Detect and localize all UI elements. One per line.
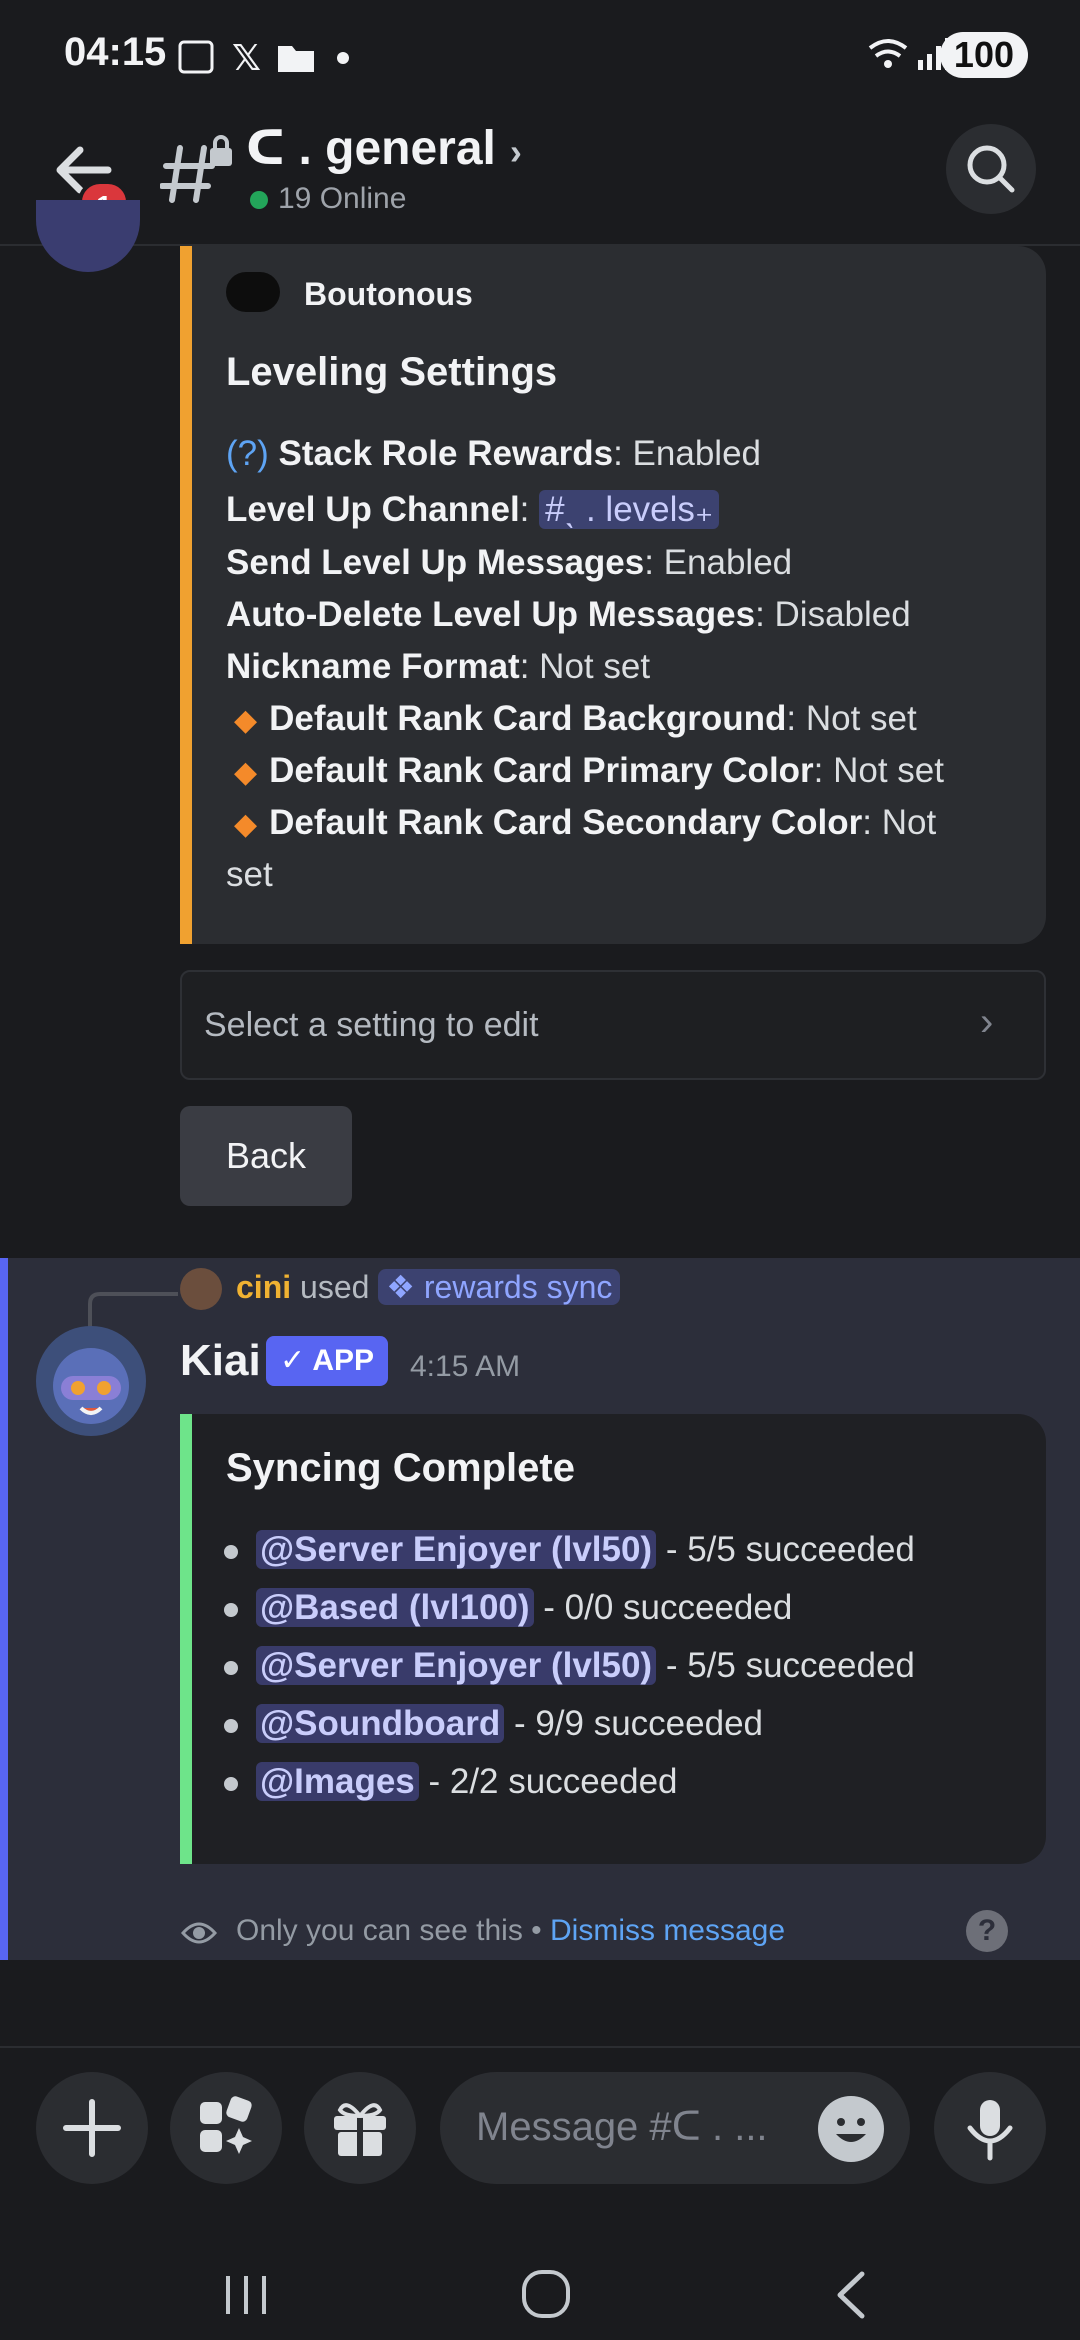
embed-author: Boutonous <box>304 276 473 312</box>
help-icon[interactable]: ? <box>966 1910 1008 1952</box>
online-count: 19 Online <box>250 182 406 216</box>
dismiss-message-link[interactable]: Dismiss message <box>550 1914 785 1947</box>
author-name[interactable]: Kiai <box>180 1336 261 1386</box>
mic-icon <box>967 2100 1013 2161</box>
gift-button[interactable] <box>304 2072 416 2184</box>
battery-indicator: 100 <box>939 32 1028 78</box>
role-mention[interactable]: @Server Enjoyer (lvl50) <box>256 1646 657 1685</box>
message-placeholder: Message #ᑕ . ... <box>476 2105 768 2149</box>
setting-line: (?) Stack Role Rewards: Enabled <box>226 434 762 473</box>
role-mention[interactable]: @Server Enjoyer (lvl50) <box>256 1530 657 1569</box>
command-user[interactable]: cini <box>236 1269 291 1305</box>
apps-icon: ❖ <box>386 1269 415 1305</box>
eye-icon <box>180 1922 218 1944</box>
select-placeholder: Select a setting to edit <box>204 1006 539 1044</box>
channel-title[interactable]: ᑕ . general › <box>246 120 522 176</box>
list-item: @Images - 2/2 succeeded <box>224 1762 678 1802</box>
gift-icon <box>334 2103 386 2156</box>
setting-line: Auto-Delete Level Up Messages: Disabled <box>226 595 911 634</box>
home-icon[interactable] <box>516 2266 576 2322</box>
role-mention[interactable]: @Images <box>256 1762 419 1801</box>
ephemeral-notice: Only you can see this • Dismiss message <box>236 1914 786 1947</box>
bot-avatar[interactable] <box>36 200 140 272</box>
diamond-icon: ◆ <box>234 808 258 841</box>
text-channel-lock-icon <box>160 135 232 203</box>
search-button[interactable] <box>946 124 1036 214</box>
recent-apps-icon[interactable] <box>216 2270 276 2320</box>
kiai-avatar[interactable] <box>36 1326 146 1436</box>
embed-author-avatar <box>226 272 280 312</box>
status-notification-icons: 𝕏 <box>178 38 349 78</box>
chevron-right-icon: › <box>980 1000 994 1044</box>
online-dot <box>250 191 268 210</box>
search-icon <box>967 145 1015 193</box>
svg-text:𝕏: 𝕏 <box>232 38 261 78</box>
command-used-line: cini used ❖ rewards sync <box>236 1268 621 1306</box>
channel-mention[interactable]: #ˎ . levels₊ <box>539 490 720 529</box>
role-mention[interactable]: @Based (lvl100) <box>256 1588 534 1627</box>
list-item: @Server Enjoyer (lvl50) - 5/5 succeeded <box>224 1646 915 1686</box>
role-mention[interactable]: @Soundboard <box>256 1704 505 1743</box>
back-button[interactable]: Back <box>180 1106 352 1206</box>
apps-icon <box>200 2096 252 2154</box>
status-time: 04:15 <box>64 30 167 74</box>
diamond-icon: ◆ <box>234 756 258 789</box>
add-attachment-button[interactable] <box>36 2072 148 2184</box>
list-item: @Soundboard - 9/9 succeeded <box>224 1704 763 1744</box>
command-user-avatar[interactable] <box>180 1268 222 1310</box>
plus-icon <box>63 2099 121 2157</box>
diamond-icon: ◆ <box>234 704 258 737</box>
emoji-button[interactable] <box>818 2096 884 2162</box>
list-item: @Server Enjoyer (lvl50) - 5/5 succeeded <box>224 1530 915 1570</box>
setting-line: ◆ Default Rank Card Secondary Color: Not <box>234 803 937 842</box>
apps-button[interactable] <box>170 2072 282 2184</box>
embed-title: Leveling Settings <box>226 350 558 394</box>
list-item: @Based (lvl100) - 0/0 succeeded <box>224 1588 792 1628</box>
emoji-icon <box>836 2118 866 2142</box>
command-chip[interactable]: ❖ rewards sync <box>378 1269 621 1305</box>
setting-line: Nickname Format: Not set <box>226 647 651 686</box>
setting-line: Send Level Up Messages: Enabled <box>226 543 793 582</box>
setting-line-wrap: set <box>226 855 273 894</box>
message-timestamp: 4:15 AM <box>410 1350 521 1383</box>
app-tag: ✓ APP <box>266 1336 389 1386</box>
setting-line: Level Up Channel: #ˎ . levels₊ <box>226 490 720 530</box>
nav-back-icon[interactable] <box>826 2268 876 2322</box>
voice-button[interactable] <box>934 2072 1046 2184</box>
setting-line: ◆ Default Rank Card Primary Color: Not se… <box>234 751 944 790</box>
setting-line: ◆ Default Rank Card Background: Not set <box>234 699 917 738</box>
embed-title: Syncing Complete <box>226 1446 575 1490</box>
